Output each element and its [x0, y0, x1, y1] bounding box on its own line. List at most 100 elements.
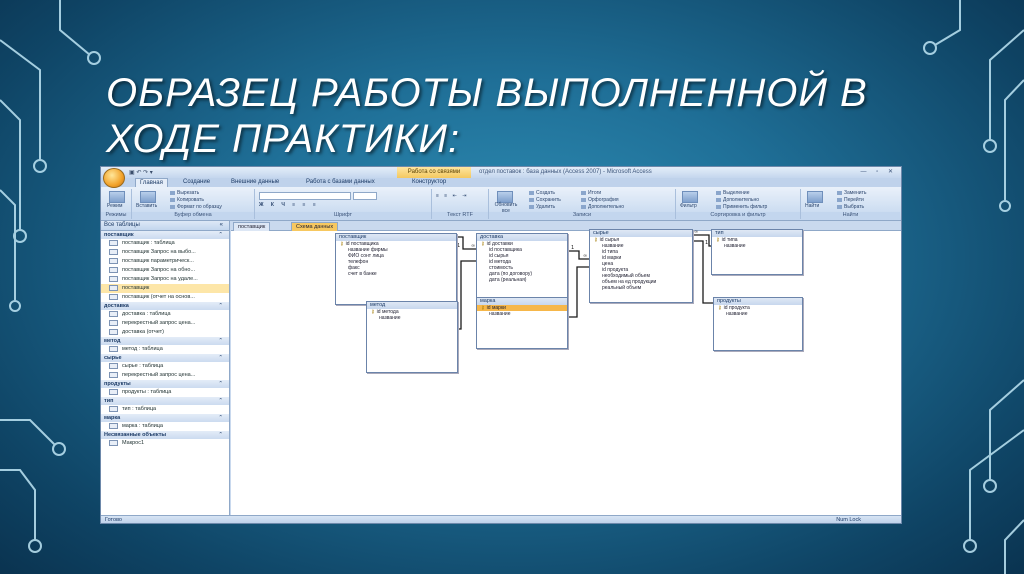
- nav-group-header[interactable]: марка ⌃: [101, 414, 229, 422]
- toggle-filter-button[interactable]: Применить фильтр: [716, 204, 767, 210]
- filter-button[interactable]: Фильтр: [680, 203, 697, 209]
- nav-item[interactable]: перекрестный запрос цена...: [101, 319, 229, 328]
- nav-item[interactable]: поставщик Запрос на выбо...: [101, 248, 229, 257]
- nav-group-label: метод: [104, 338, 121, 344]
- primary-key-icon: ⚷: [340, 241, 344, 247]
- relationship-table[interactable]: тип ⚷ id типа название: [711, 229, 803, 275]
- chevron-up-icon[interactable]: ⌃: [218, 397, 223, 405]
- table-icon: [109, 284, 118, 291]
- rtf-buttons[interactable]: ≡ ≡ ⇤ ⇥: [436, 193, 468, 199]
- nav-item[interactable]: доставка (отчет): [101, 328, 229, 337]
- nav-item-label: поставщик : таблица: [122, 240, 175, 246]
- table-header[interactable]: поставщик: [336, 234, 456, 241]
- chevron-up-icon[interactable]: ⌃: [218, 354, 223, 362]
- nav-item[interactable]: тип : таблица: [101, 405, 229, 414]
- office-button[interactable]: [103, 168, 125, 188]
- ribbon-tab-2[interactable]: Внешние данные: [231, 178, 279, 187]
- table-field[interactable]: название: [712, 243, 802, 249]
- ribbon-tab-4[interactable]: Конструктор: [412, 178, 446, 187]
- nav-item[interactable]: доставка : таблица: [101, 310, 229, 319]
- nav-item[interactable]: продукты : таблица: [101, 388, 229, 397]
- font-size-combo[interactable]: [353, 192, 377, 200]
- table-header[interactable]: сырье: [590, 230, 692, 237]
- nav-group-header[interactable]: доставка ⌃: [101, 302, 229, 310]
- chevron-up-icon[interactable]: ⌃: [218, 231, 223, 239]
- window-controls[interactable]: — ▫ ✕: [861, 167, 898, 178]
- nav-item[interactable]: поставщик : таблица: [101, 239, 229, 248]
- nav-item[interactable]: поставщик Запрос на обно...: [101, 266, 229, 275]
- nav-item[interactable]: марка : таблица: [101, 422, 229, 431]
- nav-group-header[interactable]: метод ⌃: [101, 337, 229, 345]
- save-record-button[interactable]: Сохранить: [529, 197, 561, 203]
- primary-key-icon: ⚷: [481, 241, 485, 247]
- table-field[interactable]: реальный объем: [590, 285, 692, 291]
- primary-key-icon: ⚷: [371, 309, 375, 315]
- copy-button[interactable]: Копировать: [170, 197, 204, 203]
- table-field[interactable]: дата (реальная): [477, 277, 567, 283]
- nav-item-label: доставка (отчет): [122, 329, 164, 335]
- table-header[interactable]: доставка: [477, 234, 567, 241]
- selection-filter-button[interactable]: Выделение: [716, 190, 750, 196]
- nav-item[interactable]: поставщик Запрос на удале...: [101, 275, 229, 284]
- relationship-table[interactable]: сырье ⚷ id сырья название id типа id марки цен…: [589, 229, 693, 303]
- nav-group-header[interactable]: сырье ⌃: [101, 354, 229, 362]
- nav-pane-header[interactable]: Все таблицы «: [101, 221, 229, 231]
- cut-button[interactable]: Вырезать: [170, 190, 199, 196]
- chevron-up-icon[interactable]: ⌃: [218, 337, 223, 345]
- table-field[interactable]: название: [367, 315, 457, 321]
- delete-record-button[interactable]: Удалить: [529, 204, 555, 210]
- replace-button[interactable]: Заменить: [837, 190, 866, 196]
- font-name-combo[interactable]: [259, 192, 351, 200]
- view-button[interactable]: Режим: [107, 203, 122, 209]
- chevron-up-icon[interactable]: ⌃: [218, 414, 223, 422]
- nav-item[interactable]: поставщик параметрическ...: [101, 257, 229, 266]
- navigation-pane: Все таблицы « поставщик ⌃ поставщик : табл…: [101, 221, 230, 515]
- nav-item[interactable]: сырье : таблица: [101, 362, 229, 371]
- chevron-up-icon[interactable]: ⌃: [218, 431, 223, 439]
- new-record-button[interactable]: Создать: [529, 190, 555, 196]
- nav-group-header[interactable]: поставщик ⌃: [101, 231, 229, 239]
- group-label-rtf: Текст RTF: [432, 212, 488, 219]
- totals-button[interactable]: Итоги: [581, 190, 601, 196]
- table-field[interactable]: счет в банке: [336, 271, 456, 277]
- svg-text:1: 1: [457, 243, 460, 249]
- more-records-button[interactable]: Дополнительно: [581, 204, 624, 210]
- relationship-table[interactable]: метод ⚷ id метода название: [366, 301, 458, 373]
- nav-group-header[interactable]: продукты ⌃: [101, 380, 229, 388]
- filter-icon[interactable]: [682, 191, 698, 203]
- nav-group-header[interactable]: тип ⌃: [101, 397, 229, 405]
- select-button[interactable]: Выбрать: [837, 204, 864, 210]
- relationship-table[interactable]: продукты ⚷ id продукта название: [713, 297, 803, 351]
- table-header[interactable]: тип: [712, 230, 802, 237]
- paste-icon[interactable]: [140, 191, 156, 203]
- nav-item[interactable]: Макрос1: [101, 439, 229, 448]
- goto-button[interactable]: Перейти: [837, 197, 864, 203]
- table-header[interactable]: марка: [477, 298, 567, 305]
- format-painter-button[interactable]: Формат по образцу: [170, 204, 222, 210]
- relationship-table[interactable]: поставщик ⚷ id поставщика название фирмы ФИО…: [335, 233, 457, 305]
- table-header[interactable]: продукты: [714, 298, 802, 305]
- font-format-buttons[interactable]: Ж К Ч ≡ ≡ ≡: [259, 202, 319, 208]
- nav-item[interactable]: поставщик (отчет на основ...: [101, 293, 229, 302]
- table-field[interactable]: название: [714, 311, 802, 317]
- relationship-table[interactable]: марка ⚷ id марки название: [476, 297, 568, 349]
- table-icon: [109, 439, 118, 446]
- nav-item[interactable]: перекрестный запрос цена...: [101, 371, 229, 380]
- find-icon[interactable]: [807, 191, 823, 203]
- nav-item[interactable]: поставщик: [101, 284, 229, 293]
- chevron-up-icon[interactable]: ⌃: [218, 380, 223, 388]
- chevron-double-icon[interactable]: «: [220, 221, 223, 230]
- view-icon[interactable]: [109, 191, 125, 203]
- paste-button[interactable]: Вставить: [136, 203, 157, 209]
- table-field[interactable]: название: [477, 311, 567, 317]
- ribbon-tab-3[interactable]: Работа с базами данных: [306, 178, 375, 187]
- advanced-filter-button[interactable]: Дополнительно: [716, 197, 759, 203]
- ribbon-tab-1[interactable]: Создание: [183, 178, 210, 187]
- nav-group-header[interactable]: Несвязанные объекты ⌃: [101, 431, 229, 439]
- spelling-button[interactable]: Орфография: [581, 197, 619, 203]
- find-button[interactable]: Найти: [805, 203, 819, 209]
- nav-item[interactable]: метод : таблица: [101, 345, 229, 354]
- chevron-up-icon[interactable]: ⌃: [218, 302, 223, 310]
- table-header[interactable]: метод: [367, 302, 457, 309]
- relationship-table[interactable]: доставка ⚷ id доставки id поставщика id сырь…: [476, 233, 568, 299]
